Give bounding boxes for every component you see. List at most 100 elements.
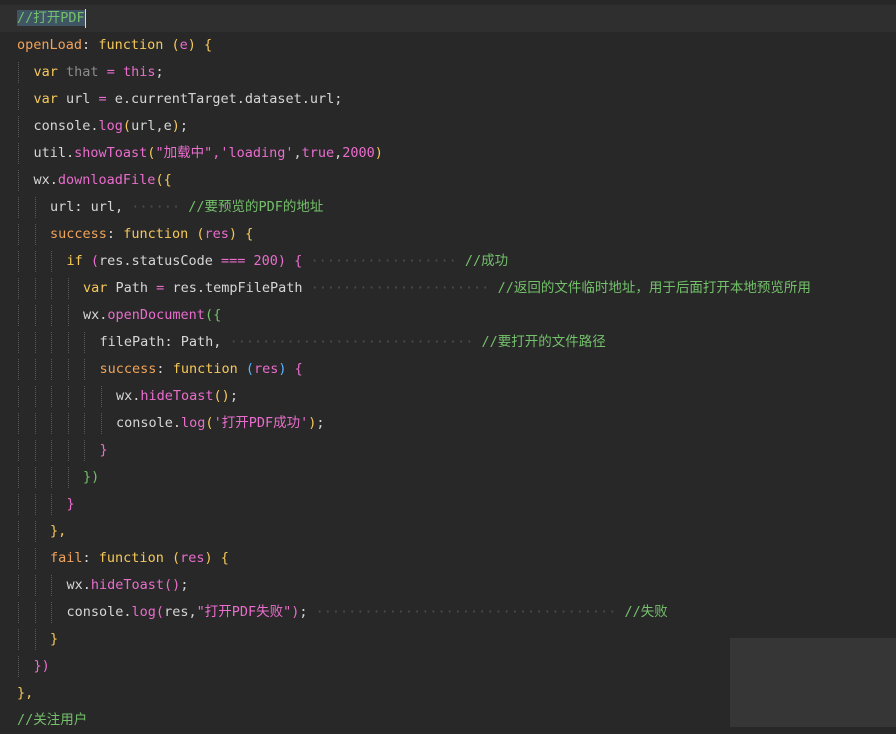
indent-guide bbox=[34, 521, 36, 542]
code-token: "加载中",'loading' bbox=[155, 145, 294, 161]
code-token: showToast bbox=[74, 145, 148, 161]
code-line[interactable]: wx.hideToast(); bbox=[0, 572, 896, 599]
code-token: log bbox=[98, 118, 123, 134]
code-line[interactable]: wx.downloadFile({ bbox=[0, 167, 896, 194]
code-line[interactable]: filePath: Path, ························… bbox=[0, 329, 896, 356]
code-token: ) bbox=[374, 145, 383, 161]
code-line[interactable]: if (res.statusCode === 200) { ··········… bbox=[0, 248, 896, 275]
code-text: wx.openDocument({ bbox=[83, 302, 221, 329]
code-token: ( bbox=[122, 118, 132, 134]
code-line[interactable]: success: function (res) { bbox=[0, 221, 896, 248]
indent-guide bbox=[51, 575, 52, 596]
code-token: ) bbox=[204, 550, 213, 566]
code-token: ( bbox=[171, 37, 180, 53]
code-token: res bbox=[180, 550, 205, 566]
indent-guide bbox=[18, 386, 19, 407]
code-token: wx. bbox=[33, 172, 58, 188]
code-line[interactable]: }) bbox=[0, 464, 896, 491]
code-line[interactable]: var Path = res.tempFilePath ············… bbox=[0, 275, 896, 302]
code-line[interactable]: util.showToast("加载中",'loading',true,2000… bbox=[0, 140, 896, 167]
code-token: wx. bbox=[116, 388, 141, 404]
code-token: e.currentTarget.dataset.url; bbox=[106, 91, 343, 107]
code-line[interactable]: openLoad: function (e) { bbox=[0, 32, 896, 59]
code-token: }) bbox=[83, 469, 100, 485]
code-line[interactable]: } bbox=[0, 437, 896, 464]
indent-guide bbox=[34, 197, 36, 218]
indent-guide bbox=[100, 413, 102, 434]
indent-guide bbox=[18, 197, 19, 218]
code-token: : bbox=[82, 550, 91, 566]
code-token: ( bbox=[196, 226, 205, 242]
code-line[interactable]: console.log(url,e); bbox=[0, 113, 896, 140]
code-text: console.log(res,"打开PDF失败"); ············… bbox=[67, 599, 668, 626]
code-token: wx. bbox=[66, 577, 91, 593]
code-token: var bbox=[33, 64, 58, 80]
code-text: success: function (res) { bbox=[50, 221, 253, 248]
indent-guide bbox=[18, 251, 19, 272]
code-token: 200 bbox=[253, 253, 278, 269]
code-token: this bbox=[122, 64, 156, 80]
code-text: } bbox=[67, 491, 75, 518]
indent-guide bbox=[34, 602, 36, 623]
code-token: ······ bbox=[123, 199, 189, 215]
code-token: : bbox=[156, 361, 165, 377]
indent-guide bbox=[18, 170, 19, 191]
code-token: { bbox=[220, 550, 229, 566]
code-line[interactable]: }, bbox=[0, 518, 896, 545]
code-line[interactable]: } bbox=[0, 491, 896, 518]
code-token: filePath bbox=[99, 334, 165, 350]
indent-guide bbox=[18, 332, 19, 353]
code-line[interactable]: //打开PDF bbox=[0, 5, 896, 32]
indent-guide bbox=[18, 629, 19, 650]
code-token: }) bbox=[33, 658, 50, 674]
code-text: //打开PDF bbox=[17, 5, 86, 32]
code-token: ; bbox=[299, 604, 308, 620]
code-text: success: function (res) { bbox=[100, 356, 303, 383]
indent-guide bbox=[18, 575, 19, 596]
code-token: ; bbox=[316, 415, 325, 431]
code-token: , bbox=[293, 145, 302, 161]
code-token: ) bbox=[187, 37, 196, 53]
code-token: function bbox=[172, 361, 238, 377]
indent-guide bbox=[67, 359, 69, 380]
indent-guide bbox=[18, 143, 19, 164]
code-token: ) bbox=[228, 226, 238, 242]
code-token: //关注用户 bbox=[17, 712, 88, 728]
code-token: true bbox=[301, 145, 335, 161]
code-text: fail: function (res) { bbox=[50, 545, 229, 572]
indent-guide bbox=[67, 386, 69, 407]
code-line[interactable]: console.log('打开PDF成功'); bbox=[0, 410, 896, 437]
code-line[interactable]: var that = this; bbox=[0, 59, 896, 86]
code-token: } bbox=[50, 631, 59, 647]
code-token: ; bbox=[179, 118, 188, 134]
indent-guide bbox=[34, 224, 36, 245]
indent-guide bbox=[34, 332, 36, 353]
indent-guide bbox=[34, 629, 36, 650]
code-line[interactable]: success: function (res) { bbox=[0, 356, 896, 383]
code-token: fail bbox=[50, 550, 83, 566]
text-cursor bbox=[84, 8, 86, 28]
code-line[interactable]: wx.openDocument({ bbox=[0, 302, 896, 329]
code-editor[interactable]: //打开PDF openLoad: function (e) {var that … bbox=[0, 0, 896, 728]
code-line[interactable]: console.log(res,"打开PDF失败"); ············… bbox=[0, 599, 896, 626]
code-token: log bbox=[181, 415, 206, 431]
code-token: { bbox=[204, 37, 213, 53]
code-token: wx. bbox=[83, 307, 108, 323]
code-token: : bbox=[164, 334, 173, 350]
code-text: url: url, ······ //要预览的PDF的地址 bbox=[50, 194, 323, 221]
indent-guide bbox=[51, 251, 52, 272]
code-text: wx.downloadFile({ bbox=[34, 167, 172, 194]
code-line[interactable]: var url = e.currentTarget.dataset.url; bbox=[0, 86, 896, 113]
code-line[interactable]: fail: function (res) { bbox=[0, 545, 896, 572]
code-line[interactable]: wx.hideToast(); bbox=[0, 383, 896, 410]
code-line[interactable]: url: url, ······ //要预览的PDF的地址 bbox=[0, 194, 896, 221]
code-token: hideToast bbox=[90, 577, 165, 593]
code-text: var url = e.currentTarget.dataset.url; bbox=[34, 86, 343, 113]
code-token: ( bbox=[90, 253, 100, 269]
code-token: '打开PDF成功' bbox=[213, 415, 309, 431]
